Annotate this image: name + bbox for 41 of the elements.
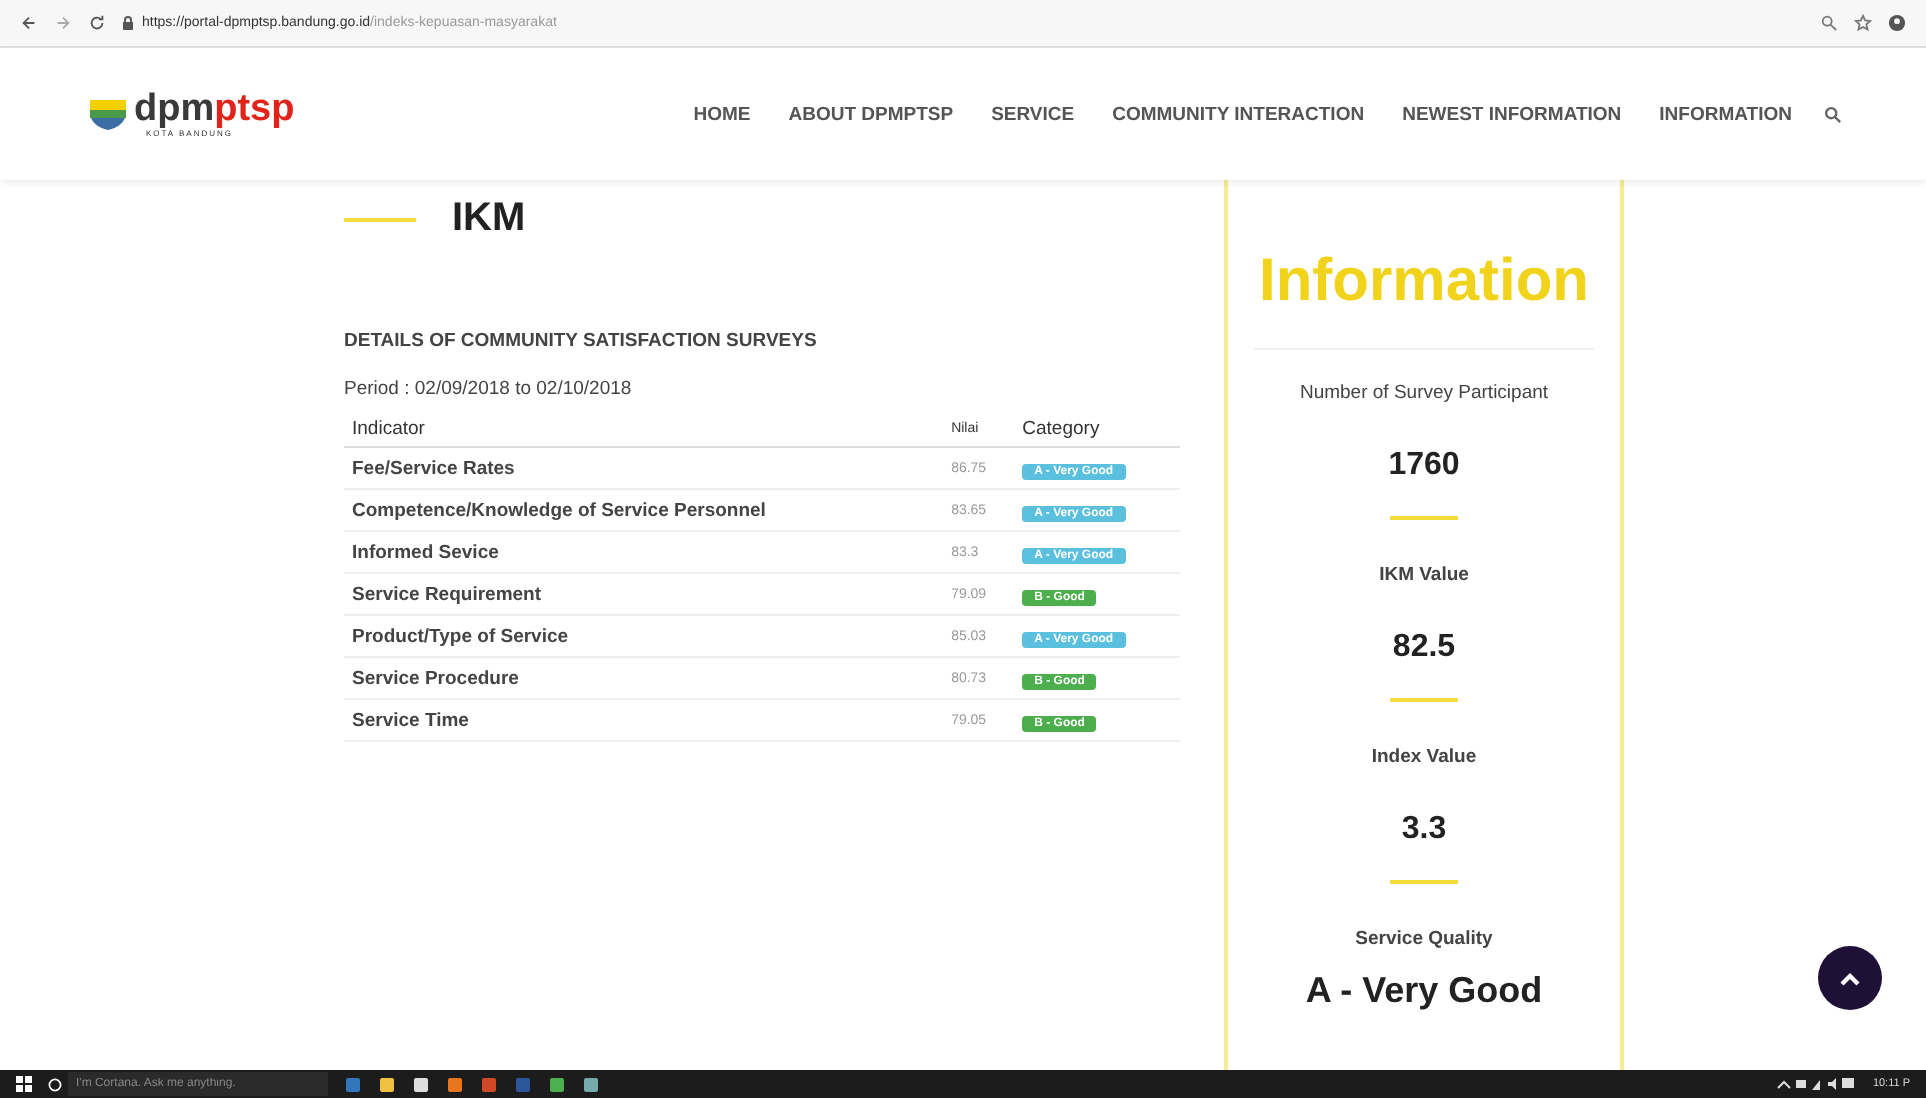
nav-link[interactable]: NEWEST INFORMATION bbox=[1402, 103, 1622, 125]
stat-value: 1760 bbox=[1388, 448, 1460, 484]
stat-label: IKM Value bbox=[1379, 564, 1469, 586]
nav-link[interactable]: ABOUT DPMPTSP bbox=[788, 103, 954, 125]
tray-icons[interactable] bbox=[1776, 1076, 1857, 1092]
stat-label: Service Quality bbox=[1355, 928, 1493, 950]
logo-text[interactable]: dpmptsp bbox=[134, 90, 295, 128]
sidebar-title: Information bbox=[1254, 248, 1594, 350]
search-icon[interactable] bbox=[1824, 105, 1842, 123]
stat-label: Number of Survey Participant bbox=[1299, 382, 1549, 404]
table-cell: Service Procedure bbox=[344, 657, 944, 699]
period-text: Period : 02/09/2018 to 02/10/2018 bbox=[344, 378, 634, 400]
back-icon[interactable] bbox=[20, 14, 38, 32]
reload-icon[interactable] bbox=[88, 14, 106, 32]
stat-value: A - Very Good bbox=[1305, 970, 1543, 1012]
chevron-up-icon bbox=[1838, 970, 1862, 986]
account-icon[interactable] bbox=[1888, 14, 1906, 32]
nav-link[interactable]: COMMUNITY INTERACTION bbox=[1112, 103, 1365, 125]
page-title: IKM bbox=[452, 196, 526, 242]
table-cell: Service Requirement bbox=[344, 573, 944, 615]
section-heading: DETAILS OF COMMUNITY SATISFACTION SURVEYS bbox=[344, 330, 819, 352]
table-cell: Fee/Service Rates bbox=[344, 447, 944, 489]
back-to-top-button[interactable] bbox=[1818, 946, 1882, 1010]
stat-value: 82.5 bbox=[1392, 630, 1456, 666]
column-header: Category bbox=[1014, 412, 1180, 447]
stat-label: Index Value bbox=[1371, 746, 1477, 768]
nav-link[interactable]: SERVICE bbox=[991, 103, 1075, 125]
table-cell: Product/Type of Service bbox=[344, 615, 944, 657]
table-cell: Competence/Knowledge of Service Personnel bbox=[344, 489, 944, 531]
circle-icon bbox=[48, 1077, 62, 1091]
logo-icon bbox=[88, 96, 128, 132]
column-header: Indicator bbox=[344, 412, 944, 447]
table-cell: Informed Sevice bbox=[344, 531, 944, 573]
star-icon[interactable] bbox=[1854, 14, 1872, 32]
nav-link[interactable]: HOME bbox=[693, 103, 751, 125]
zoom-icon[interactable] bbox=[1820, 14, 1838, 32]
lock-icon bbox=[122, 16, 134, 30]
table-cell: Service Time bbox=[344, 699, 944, 741]
windows-start-icon[interactable] bbox=[16, 1076, 32, 1092]
stat-value: 3.3 bbox=[1401, 812, 1447, 848]
nav-link[interactable]: INFORMATION bbox=[1659, 103, 1792, 125]
